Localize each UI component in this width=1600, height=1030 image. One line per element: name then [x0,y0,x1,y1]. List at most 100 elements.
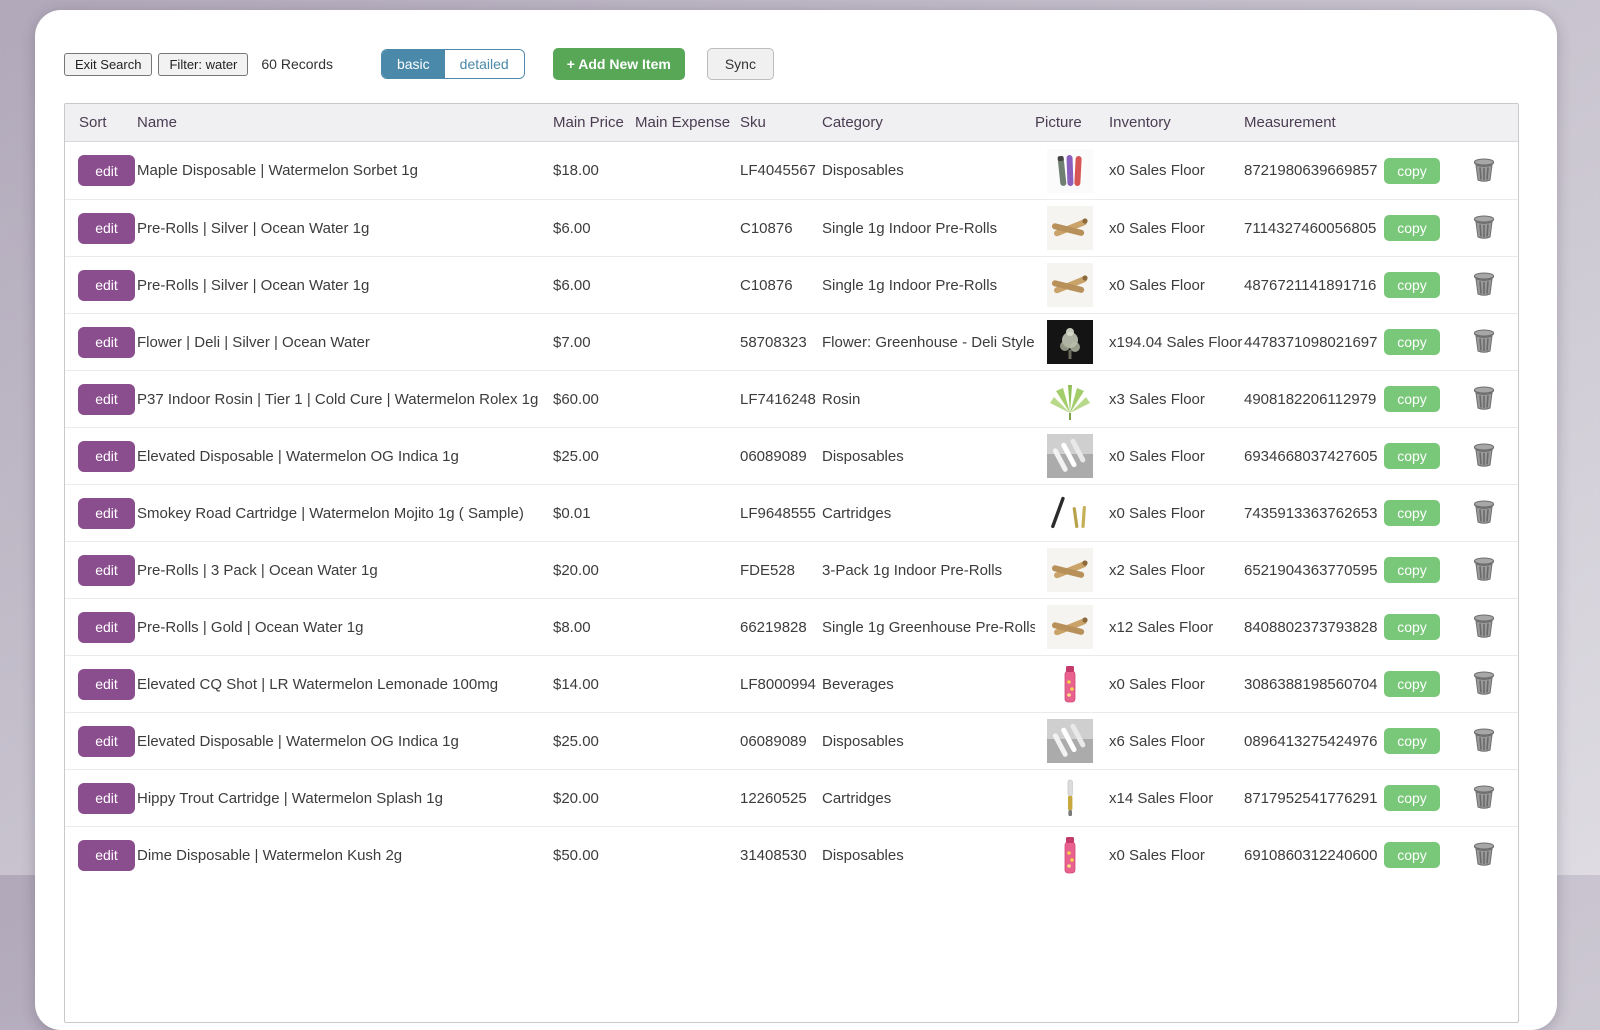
item-main-price: $25.00 [553,447,599,465]
trash-icon[interactable] [1472,840,1496,866]
item-measurement: 4478371098021697 [1244,333,1378,351]
item-main-price: $6.00 [553,219,591,237]
item-inventory: x0 Sales Floor [1109,219,1205,237]
item-sku: LF4045567 [740,162,816,179]
item-inventory: x0 Sales Floor [1109,675,1205,693]
item-name: Elevated Disposable | Watermelon OG Indi… [137,447,459,465]
sync-button[interactable]: Sync [706,48,774,80]
copy-button[interactable]: copy [1384,728,1440,754]
item-name: Hippy Trout Cartridge | Watermelon Splas… [137,789,443,807]
copy-button[interactable]: copy [1384,329,1440,355]
copy-button[interactable]: copy [1384,785,1440,811]
item-name: Smokey Road Cartridge | Watermelon Mojit… [137,504,524,522]
trash-icon[interactable] [1472,498,1496,524]
item-name: P37 Indoor Rosin | Tier 1 | Cold Cure | … [137,390,539,408]
trash-icon[interactable] [1472,213,1496,239]
copy-button[interactable]: copy [1384,671,1440,697]
item-inventory: x0 Sales Floor [1109,162,1205,179]
table-row: edit Pre-Rolls | 3 Pack | Ocean Water 1g… [65,541,1518,598]
edit-button[interactable]: edit [78,269,135,301]
edit-button[interactable]: edit [78,554,135,586]
item-measurement: 6910860312240600 [1244,846,1378,864]
trash-icon[interactable] [1472,669,1496,695]
trash-icon[interactable] [1472,270,1496,296]
edit-button[interactable]: edit [78,782,135,814]
item-sku: LF9648555 [740,504,816,522]
item-measurement: 6934668037427605 [1244,447,1378,465]
trash-icon[interactable] [1472,156,1496,182]
copy-button[interactable]: copy [1384,157,1440,184]
trash-icon[interactable] [1472,612,1496,638]
edit-button[interactable]: edit [78,611,135,643]
copy-button[interactable]: copy [1384,500,1440,526]
header-measurement: Measurement [1244,114,1336,131]
item-category: Cartridges [822,504,892,522]
copy-button[interactable]: copy [1384,842,1440,868]
tab-basic[interactable]: basic [381,50,445,78]
header-picture: Picture [1035,114,1082,131]
item-sku: 58708323 [740,333,807,351]
table-row: edit Dime Disposable | Watermelon Kush 2… [65,826,1518,883]
product-thumbnail [1047,833,1093,877]
item-inventory: x3 Sales Floor [1109,390,1205,408]
filter-button[interactable]: Filter: water [158,52,249,76]
item-measurement: 3086388198560704 [1244,675,1378,693]
edit-button[interactable]: edit [78,326,135,358]
item-main-price: $20.00 [553,561,599,579]
item-category: Flower: Greenhouse - Deli Style [822,333,1035,351]
records-count: 60 Records [261,56,333,72]
header-inventory: Inventory [1109,114,1171,131]
header-main-expense: Main Expense [635,114,731,131]
item-main-price: $14.00 [553,675,599,693]
edit-button[interactable]: edit [78,839,135,871]
copy-button[interactable]: copy [1384,386,1440,412]
item-category: Single 1g Indoor Pre-Rolls [822,219,998,237]
table-row: edit P37 Indoor Rosin | Tier 1 | Cold Cu… [65,370,1518,427]
item-category: Disposables [822,846,904,864]
trash-icon[interactable] [1472,384,1496,410]
edit-button[interactable]: edit [78,668,135,700]
item-category: Single 1g Greenhouse Pre-Rolls [822,618,1035,636]
edit-button[interactable]: edit [78,383,135,415]
copy-button[interactable]: copy [1384,272,1440,298]
item-sku: C10876 [740,219,793,237]
item-main-price: $7.00 [553,333,591,351]
table-row: edit Elevated Disposable | Watermelon OG… [65,712,1518,769]
item-main-price: $20.00 [553,789,599,807]
item-main-price: $25.00 [553,732,599,750]
trash-icon[interactable] [1472,726,1496,752]
item-name: Maple Disposable | Watermelon Sorbet 1g [137,162,418,179]
edit-button[interactable]: edit [78,725,135,757]
item-name: Pre-Rolls | Gold | Ocean Water 1g [137,618,364,636]
item-sku: 06089089 [740,447,807,465]
item-inventory: x0 Sales Floor [1109,447,1205,465]
product-thumbnail [1047,662,1093,706]
edit-button[interactable]: edit [78,440,135,472]
copy-button[interactable]: copy [1384,614,1440,640]
table-row: edit Elevated Disposable | Watermelon OG… [65,427,1518,484]
item-sku: 66219828 [740,618,807,636]
item-inventory: x194.04 Sales Floor [1109,333,1243,351]
edit-button[interactable]: edit [78,212,135,244]
item-main-price: $6.00 [553,276,591,294]
edit-button[interactable]: edit [78,497,135,529]
trash-icon[interactable] [1472,441,1496,467]
copy-button[interactable]: copy [1384,557,1440,583]
exit-search-button[interactable]: Exit Search [64,52,153,76]
item-name: Flower | Deli | Silver | Ocean Water [137,333,370,351]
header-main-price: Main Price [553,114,624,131]
copy-button[interactable]: copy [1384,443,1440,469]
edit-button[interactable]: edit [78,155,135,186]
trash-icon[interactable] [1472,783,1496,809]
item-name: Elevated Disposable | Watermelon OG Indi… [137,732,459,750]
add-new-item-button[interactable]: + Add New Item [552,48,685,80]
main-panel: Exit Search Filter: water 60 Records bas… [35,10,1557,1030]
trash-icon[interactable] [1472,555,1496,581]
item-main-price: $18.00 [553,162,599,179]
item-inventory: x0 Sales Floor [1109,846,1205,864]
copy-button[interactable]: copy [1384,215,1440,241]
items-table: Sort Name Main Price Main Expense Sku Ca… [64,103,1519,1023]
item-name: Pre-Rolls | 3 Pack | Ocean Water 1g [137,561,378,579]
tab-detailed[interactable]: detailed [444,50,524,78]
trash-icon[interactable] [1472,327,1496,353]
